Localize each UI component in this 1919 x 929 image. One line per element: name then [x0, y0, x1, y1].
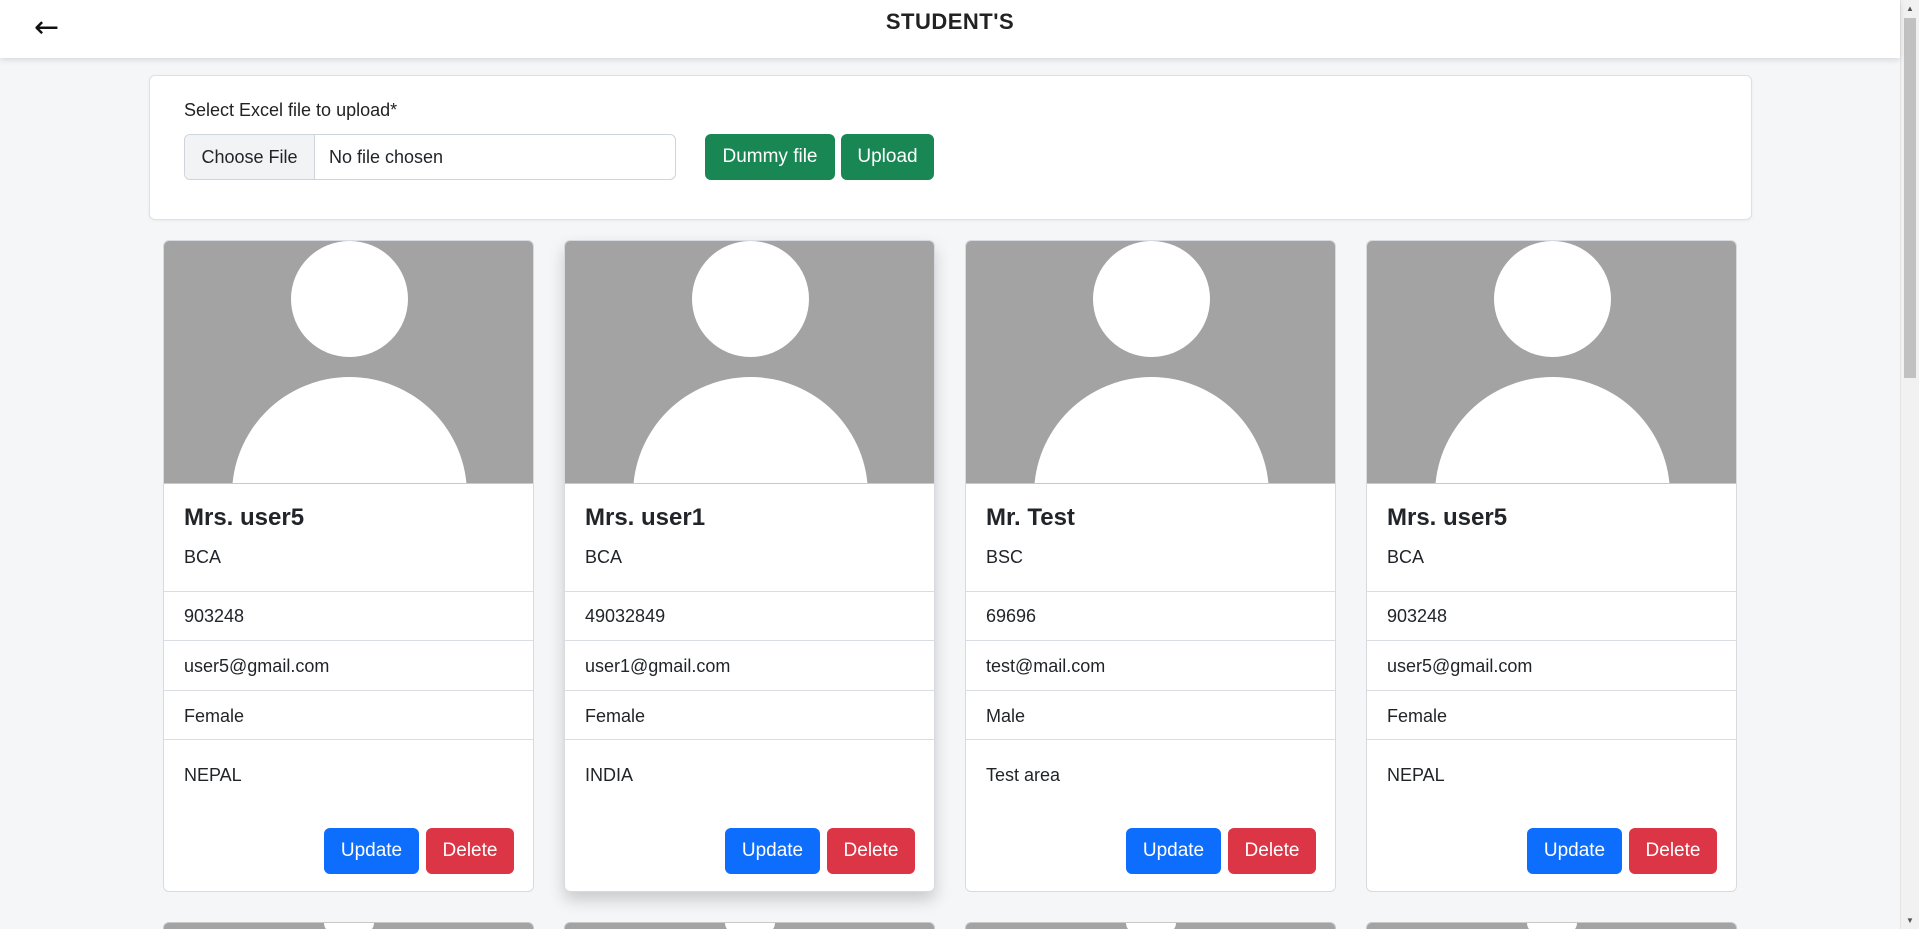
student-phone: 903248	[184, 606, 245, 626]
divider	[565, 591, 934, 592]
divider	[966, 739, 1335, 740]
student-card: Mr. Test BSC 69696 test@mail.com Male Te…	[965, 240, 1336, 892]
update-button[interactable]: Update	[324, 828, 419, 874]
upload-label: Select Excel file to upload*	[184, 100, 398, 120]
avatar-placeholder-icon	[565, 241, 934, 484]
student-address: Test area	[986, 765, 1061, 785]
vertical-scrollbar[interactable]: ▲ ▼	[1900, 0, 1919, 929]
divider	[1367, 690, 1736, 691]
student-phone: 903248	[1387, 606, 1448, 626]
update-button[interactable]: Update	[1126, 828, 1221, 874]
delete-button[interactable]: Delete	[1228, 828, 1316, 874]
divider	[164, 690, 533, 691]
scroll-down-icon[interactable]: ▼	[1901, 912, 1919, 929]
divider	[1367, 739, 1736, 740]
avatar-placeholder-icon	[966, 241, 1335, 484]
student-name: Mrs. user5	[184, 504, 305, 531]
student-course: BCA	[184, 547, 222, 567]
top-navbar: ← STUDENT'S	[0, 0, 1900, 58]
page-title: STUDENT'S	[885, 9, 1015, 34]
student-address: NEPAL	[1387, 765, 1445, 785]
student-card-partial	[1366, 922, 1737, 929]
avatar-placeholder-icon	[1367, 241, 1736, 484]
update-button[interactable]: Update	[725, 828, 820, 874]
upload-button[interactable]: Upload	[841, 134, 934, 180]
student-address: INDIA	[585, 765, 634, 785]
divider	[565, 690, 934, 691]
divider	[1367, 591, 1736, 592]
divider	[565, 739, 934, 740]
student-phone: 69696	[986, 606, 1037, 626]
student-name: Mr. Test	[986, 504, 1075, 531]
student-name: Mrs. user1	[585, 504, 706, 531]
student-card-partial	[564, 922, 935, 929]
student-gender: Female	[585, 706, 646, 726]
divider	[164, 640, 533, 641]
student-card: Mrs. user1 BCA 49032849 user1@gmail.com …	[564, 240, 935, 892]
avatar-placeholder-icon	[164, 241, 533, 484]
scroll-up-icon[interactable]: ▲	[1901, 0, 1919, 17]
student-email: test@mail.com	[986, 656, 1106, 676]
dummy-file-button[interactable]: Dummy file	[705, 134, 835, 180]
student-gender: Female	[184, 706, 245, 726]
excel-file-input[interactable]: Choose File No file chosen	[184, 134, 676, 180]
delete-button[interactable]: Delete	[426, 828, 514, 874]
delete-button[interactable]: Delete	[827, 828, 915, 874]
choose-file-button[interactable]: Choose File	[185, 135, 315, 179]
excel-upload-panel: Select Excel file to upload* Choose File…	[149, 75, 1752, 220]
student-email: user5@gmail.com	[1387, 656, 1533, 676]
student-name: Mrs. user5	[1387, 504, 1508, 531]
file-status-text: No file chosen	[329, 146, 444, 167]
divider	[164, 739, 533, 740]
divider	[966, 591, 1335, 592]
divider	[966, 640, 1335, 641]
student-address: NEPAL	[184, 765, 242, 785]
student-card-partial	[163, 922, 534, 929]
student-email: user1@gmail.com	[585, 656, 731, 676]
student-course: BSC	[986, 547, 1024, 567]
student-card-partial	[965, 922, 1336, 929]
student-email: user5@gmail.com	[184, 656, 330, 676]
student-card: Mrs. user5 BCA 903248 user5@gmail.com Fe…	[1366, 240, 1737, 892]
student-course: BCA	[1387, 547, 1425, 567]
divider	[164, 591, 533, 592]
delete-button[interactable]: Delete	[1629, 828, 1717, 874]
divider	[1367, 640, 1736, 641]
student-card: Mrs. user5 BCA 903248 user5@gmail.com Fe…	[163, 240, 534, 892]
divider	[565, 640, 934, 641]
student-course: BCA	[585, 547, 623, 567]
scrollbar-thumb[interactable]	[1904, 18, 1916, 378]
student-gender: Female	[1387, 706, 1448, 726]
update-button[interactable]: Update	[1527, 828, 1622, 874]
student-phone: 49032849	[585, 606, 666, 626]
divider	[966, 690, 1335, 691]
student-gender: Male	[986, 706, 1026, 726]
